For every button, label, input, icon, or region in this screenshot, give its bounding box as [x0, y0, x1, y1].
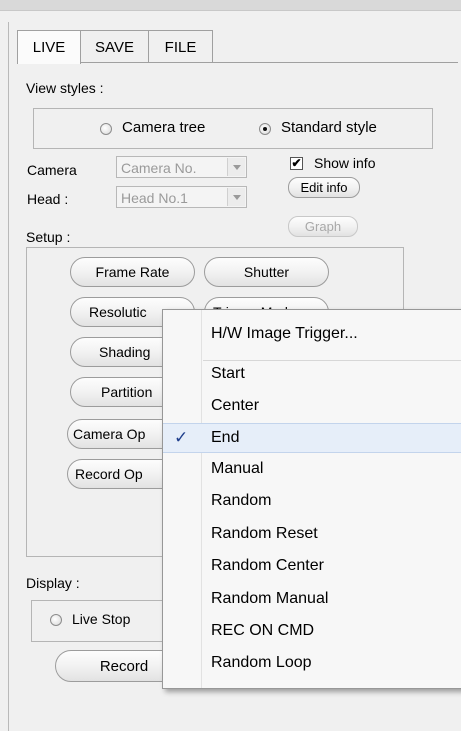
menu-item-center[interactable]: Center	[163, 392, 461, 422]
menu-item-label: Center	[211, 397, 260, 414]
menu-item-end[interactable]: ✓ End	[163, 423, 461, 453]
tab-live[interactable]: LIVE	[17, 30, 81, 64]
menu-item-label: Random Reset	[211, 525, 318, 542]
live-stop-label: Live Stop	[72, 611, 131, 627]
camera-tree-radio[interactable]	[100, 123, 112, 135]
tab-save[interactable]: SAVE	[80, 30, 149, 63]
tab-live-label: LIVE	[32, 39, 66, 56]
menu-item-manual[interactable]: Manual	[163, 455, 461, 485]
menu-item-hw-image-trigger[interactable]: H/W Image Trigger...	[163, 320, 461, 350]
head-select[interactable]: Head No.1	[116, 186, 247, 208]
menu-item-random-reset[interactable]: Random Reset	[163, 520, 461, 550]
menu-item-random-center[interactable]: Random Center	[163, 552, 461, 582]
chevron-down-icon	[227, 188, 245, 206]
menu-item-label: H/W Image Trigger...	[211, 325, 358, 342]
menu-item-label: Manual	[211, 460, 264, 477]
frame-rate-label: Frame Rate	[95, 264, 170, 280]
window-top-strip	[0, 0, 461, 11]
camera-tree-label: Camera tree	[122, 119, 206, 136]
menu-item-label: Random	[211, 492, 272, 509]
menu-item-random-manual[interactable]: Random Manual	[163, 585, 461, 615]
resolution-label: Resolutic	[89, 304, 147, 320]
menu-item-random-loop[interactable]: Random Loop	[163, 649, 461, 679]
camera-label: Camera	[27, 162, 77, 178]
menu-item-random[interactable]: Random	[163, 487, 461, 517]
shutter-label: Shutter	[243, 264, 290, 280]
graph-button[interactable]: Graph	[288, 216, 358, 237]
menu-item-label: Random Center	[211, 557, 324, 574]
shading-label: Shading	[99, 344, 151, 360]
menu-item-label: Random Manual	[211, 590, 329, 607]
shutter-button[interactable]: Shutter	[204, 257, 329, 287]
record-option-label: Record Op	[75, 466, 143, 482]
chevron-down-icon	[227, 158, 245, 176]
tab-file-label: FILE	[164, 38, 197, 56]
head-label: Head :	[27, 191, 69, 207]
menu-item-rec-on-cmd[interactable]: REC ON CMD	[163, 617, 461, 647]
standard-style-radio[interactable]	[259, 123, 271, 135]
standard-style-label: Standard style	[281, 119, 377, 136]
view-styles-label: View styles :	[26, 80, 104, 96]
show-info-checkbox[interactable]: ✔	[290, 157, 303, 170]
tab-save-label: SAVE	[95, 38, 134, 56]
camera-select[interactable]: Camera No.	[116, 156, 247, 178]
partition-label: Partition	[101, 384, 153, 400]
menu-item-label: Random Loop	[211, 654, 312, 671]
menu-item-label: Start	[211, 365, 245, 382]
tab-divider	[17, 62, 458, 63]
tab-file[interactable]: FILE	[148, 30, 213, 63]
head-select-value: Head No.1	[121, 190, 188, 206]
record-label: Record	[99, 657, 149, 675]
live-stop-radio[interactable]	[50, 614, 62, 626]
show-info-label: Show info	[314, 155, 376, 171]
trigger-mode-menu: H/W Image Trigger... Start Center ✓ End …	[162, 309, 461, 689]
frame-rate-button[interactable]: Frame Rate	[70, 257, 195, 287]
graph-label: Graph	[304, 219, 342, 234]
display-label: Display :	[26, 575, 80, 591]
menu-item-start[interactable]: Start	[163, 360, 461, 390]
edit-info-label: Edit info	[300, 180, 348, 195]
setup-label: Setup :	[26, 229, 71, 245]
camera-option-label: Camera Op	[73, 426, 146, 442]
checkmark-icon: ✓	[174, 428, 189, 447]
menu-item-label: End	[211, 429, 240, 446]
edit-info-button[interactable]: Edit info	[288, 177, 360, 198]
menu-item-label: REC ON CMD	[211, 622, 315, 639]
camera-select-value: Camera No.	[121, 160, 197, 176]
